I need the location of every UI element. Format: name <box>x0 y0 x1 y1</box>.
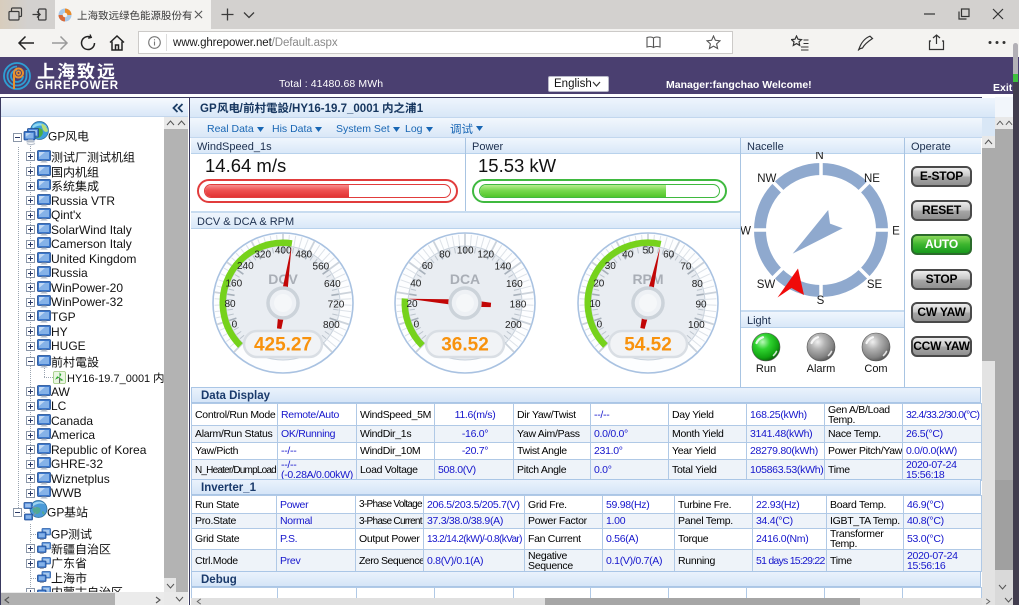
svg-text:400: 400 <box>275 245 292 256</box>
svg-text:425.27: 425.27 <box>254 335 312 356</box>
svg-text:S: S <box>817 295 825 307</box>
svg-text:70: 70 <box>680 261 692 272</box>
svg-text:40: 40 <box>410 279 422 290</box>
svg-text:100: 100 <box>688 320 705 331</box>
svg-text:20: 20 <box>406 299 418 310</box>
svg-text:DCA: DCA <box>450 271 480 287</box>
svg-text:90: 90 <box>695 300 707 311</box>
svg-text:DCV: DCV <box>268 271 298 287</box>
svg-text:60: 60 <box>663 250 675 261</box>
svg-text:160: 160 <box>225 279 242 290</box>
svg-text:60: 60 <box>422 261 434 272</box>
svg-text:RPM: RPM <box>632 271 663 287</box>
svg-text:100: 100 <box>457 245 474 256</box>
svg-text:80: 80 <box>692 279 704 290</box>
svg-text:20: 20 <box>593 279 605 290</box>
svg-text:640: 640 <box>324 279 341 290</box>
svg-text:30: 30 <box>605 261 617 272</box>
svg-text:200: 200 <box>505 320 522 331</box>
svg-text:120: 120 <box>477 250 494 261</box>
svg-text:50: 50 <box>643 245 655 256</box>
svg-text:SW: SW <box>757 279 776 291</box>
svg-text:800: 800 <box>323 320 340 331</box>
svg-text:320: 320 <box>254 250 271 261</box>
svg-text:140: 140 <box>495 261 512 272</box>
svg-text:10: 10 <box>589 299 601 310</box>
svg-text:560: 560 <box>313 261 330 272</box>
svg-text:160: 160 <box>506 279 523 290</box>
svg-text:0: 0 <box>232 320 238 331</box>
svg-text:E: E <box>892 226 900 238</box>
svg-text:80: 80 <box>439 250 451 261</box>
svg-text:0: 0 <box>597 320 603 331</box>
svg-text:54.52: 54.52 <box>624 335 672 356</box>
svg-text:NE: NE <box>864 173 880 185</box>
svg-text:480: 480 <box>295 250 312 261</box>
svg-text:NW: NW <box>757 173 776 185</box>
svg-text:0: 0 <box>414 320 420 331</box>
svg-text:80: 80 <box>224 299 236 310</box>
svg-text:36.52: 36.52 <box>441 335 489 356</box>
svg-text:720: 720 <box>328 300 345 311</box>
svg-text:W: W <box>741 226 751 238</box>
svg-text:240: 240 <box>237 261 254 272</box>
svg-text:N: N <box>815 152 823 162</box>
svg-text:SE: SE <box>867 279 883 291</box>
svg-text:180: 180 <box>510 300 527 311</box>
svg-text:40: 40 <box>622 250 634 261</box>
